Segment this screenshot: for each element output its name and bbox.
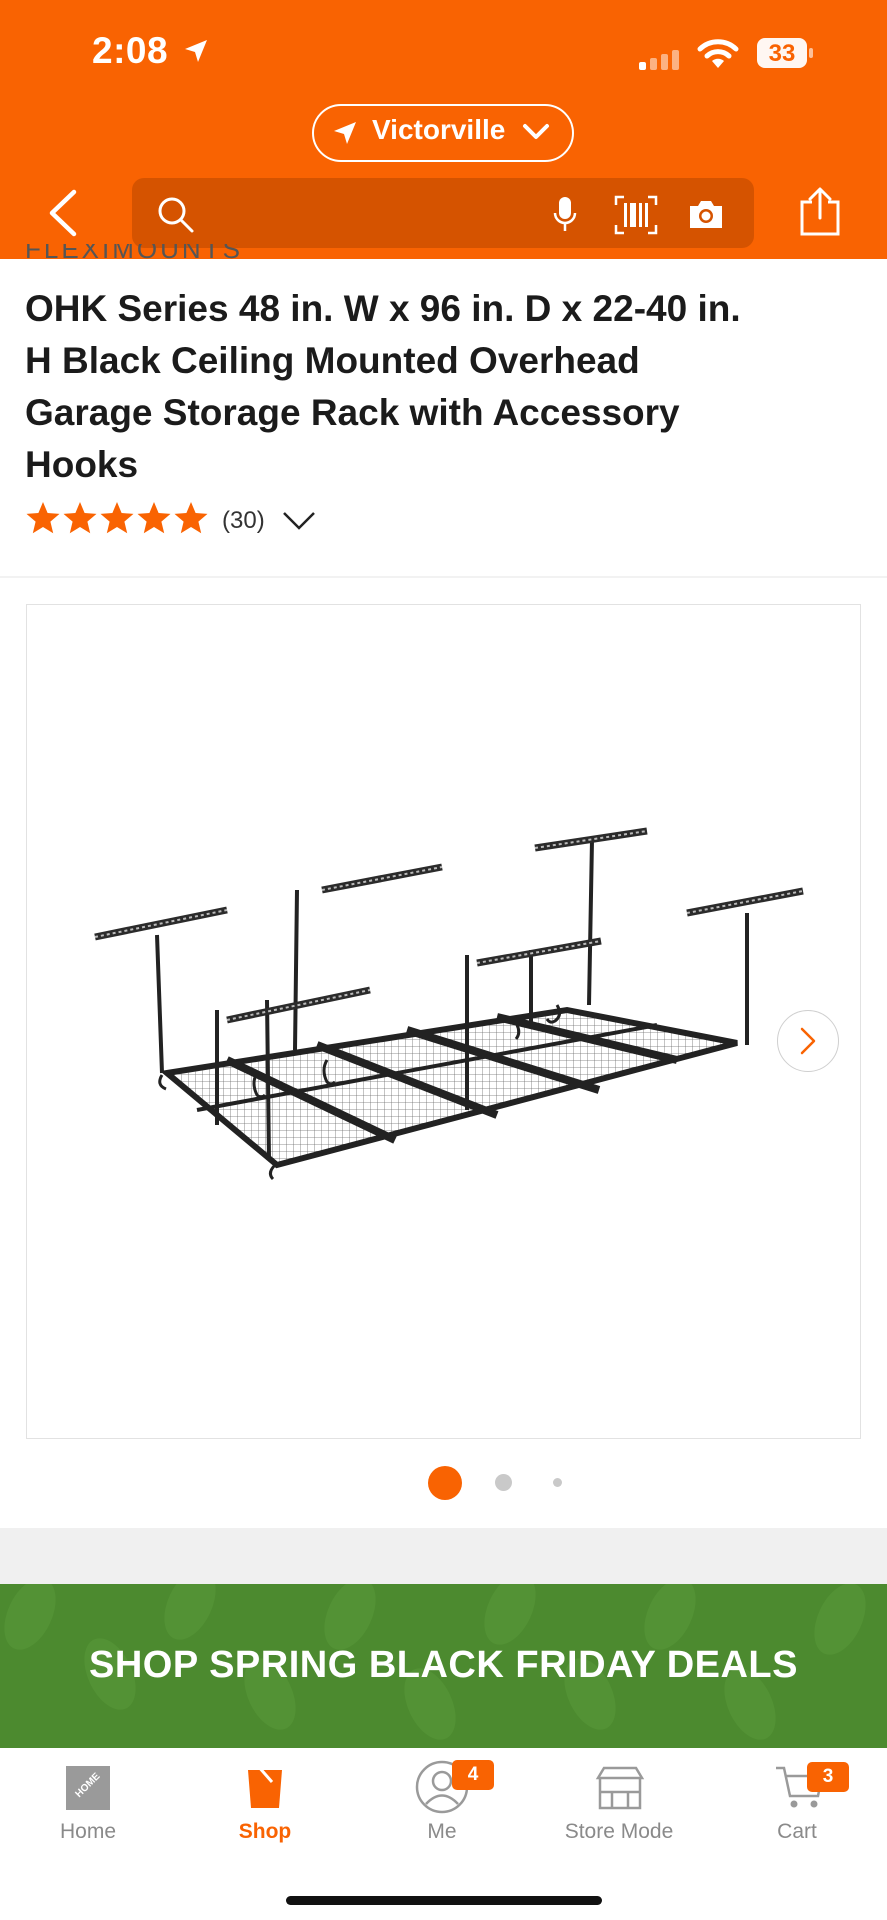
home-depot-logo-icon: HOME bbox=[66, 1766, 110, 1810]
carousel-dot[interactable] bbox=[553, 1478, 562, 1487]
location-services-icon bbox=[184, 40, 207, 62]
star-icon bbox=[63, 502, 97, 534]
tab-home[interactable]: Home bbox=[13, 1820, 163, 1844]
cart-badge: 3 bbox=[807, 1762, 849, 1792]
product-brand[interactable]: FLEXIMOUNTS bbox=[25, 244, 243, 260]
product-image-carousel[interactable] bbox=[26, 604, 861, 1439]
star-rating[interactable] bbox=[25, 500, 215, 542]
location-label: Victorville bbox=[372, 114, 506, 145]
battery-icon: 33 bbox=[757, 38, 813, 68]
search-input[interactable] bbox=[132, 178, 754, 248]
carousel-dot[interactable] bbox=[495, 1474, 512, 1491]
back-button[interactable] bbox=[46, 188, 80, 238]
review-count[interactable]: (30) bbox=[222, 507, 265, 535]
barcode-icon[interactable] bbox=[614, 195, 658, 235]
tab-me[interactable]: Me bbox=[367, 1820, 517, 1844]
tab-cart[interactable]: Cart bbox=[722, 1820, 872, 1844]
carousel-dot-active[interactable] bbox=[428, 1466, 462, 1500]
me-badge: 4 bbox=[452, 1760, 494, 1790]
share-icon[interactable] bbox=[798, 186, 842, 238]
battery-level: 33 bbox=[768, 40, 796, 67]
status-time: 2:08 bbox=[92, 30, 211, 72]
section-separator bbox=[0, 576, 887, 578]
chevron-down-icon[interactable] bbox=[282, 510, 316, 532]
microphone-icon[interactable] bbox=[552, 195, 578, 235]
location-arrow-icon bbox=[334, 122, 356, 144]
section-divider bbox=[0, 1528, 887, 1584]
cellular-signal-icon bbox=[639, 50, 683, 70]
carousel-next-button[interactable] bbox=[777, 1010, 839, 1072]
home-indicator bbox=[286, 1896, 602, 1905]
star-icon bbox=[100, 502, 134, 534]
tab-store-mode[interactable]: Store Mode bbox=[544, 1820, 694, 1844]
store-icon bbox=[595, 1766, 645, 1810]
search-icon bbox=[158, 197, 194, 233]
tab-shop[interactable]: Shop bbox=[190, 1820, 340, 1844]
bucket-icon bbox=[248, 1765, 282, 1808]
promo-text[interactable]: SHOP SPRING BLACK FRIDAY DEALS bbox=[0, 1644, 887, 1687]
star-icon bbox=[137, 502, 171, 534]
chevron-down-icon bbox=[523, 124, 549, 139]
product-title: OHK Series 48 in. W x 96 in. D x 22-40 i… bbox=[25, 288, 741, 485]
product-image[interactable] bbox=[27, 605, 860, 1438]
camera-icon[interactable] bbox=[686, 198, 726, 232]
star-icon bbox=[174, 502, 208, 534]
star-icon bbox=[26, 502, 60, 534]
chevron-right-icon bbox=[800, 1027, 816, 1055]
wifi-icon bbox=[697, 39, 739, 68]
